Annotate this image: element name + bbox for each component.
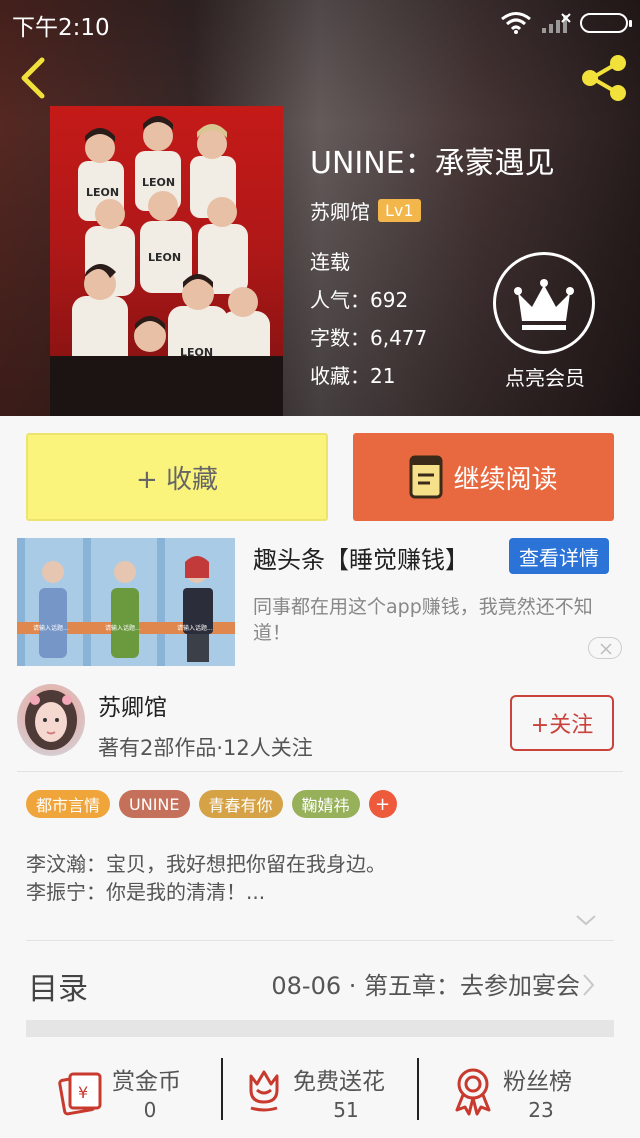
ad-image[interactable]: 请输入话题... 请输入话题... 请输入话题...	[17, 538, 235, 666]
red-envelope-icon: ¥	[58, 1072, 102, 1116]
author-level-badge: Lv1	[378, 199, 421, 222]
ad-banner[interactable]: 请输入话题... 请输入话题... 请输入话题... 趣头条【睡觉赚钱】 查看详…	[0, 530, 640, 678]
divider	[26, 940, 614, 941]
tag-list: 都市言情 UNINE 青春有你 鞠婧祎 +	[26, 790, 397, 818]
crown-icon	[514, 279, 574, 330]
vip-label[interactable]: 点亮会员	[490, 362, 600, 391]
ad-close-button[interactable]	[588, 637, 622, 659]
svg-text:LEON: LEON	[148, 251, 181, 264]
free-flowers-count: 51	[333, 1098, 359, 1122]
tag-item[interactable]: UNINE	[119, 790, 190, 818]
ad-description[interactable]: 同事都在用这个app赚钱，我竟然还不知道！	[253, 594, 615, 646]
intro-line: 李汶瀚：宝贝，我好想把你留在我身边。	[26, 852, 386, 876]
follow-button[interactable]: +关注	[510, 695, 614, 751]
book-icon	[409, 455, 443, 499]
cover-photo-illustration: LEON LEON LEON LEON	[50, 116, 283, 416]
book-cover-image[interactable]: LEON LEON LEON LEON	[50, 106, 283, 416]
book-author-name[interactable]: 苏卿馆	[310, 196, 370, 225]
expand-intro-button[interactable]	[574, 912, 598, 932]
svg-text:LEON: LEON	[86, 186, 119, 199]
chevron-right-icon	[583, 974, 595, 996]
medal-icon	[455, 1068, 491, 1116]
book-author-row[interactable]: 苏卿馆 Lv1	[310, 196, 421, 225]
reward-coins-label: 赏金币	[112, 1069, 181, 1095]
svg-text:请输入话题...: 请输入话题...	[33, 624, 69, 632]
author-meta: 著有2部作品·12人关注	[98, 736, 313, 760]
reward-coins-count: 0	[143, 1098, 157, 1122]
toc-row[interactable]: 目录 08-06 · 第五章：去参加宴会	[0, 950, 640, 1014]
book-word-count: 字数：6,477	[310, 326, 428, 350]
collect-button-label: + 收藏	[135, 464, 219, 495]
tag-item[interactable]: 鞠婧祎	[291, 790, 360, 818]
author-name[interactable]: 苏卿馆	[98, 688, 167, 722]
continue-reading-label: 继续阅读	[453, 464, 558, 495]
fan-ranking-button[interactable]: 粉丝榜 23	[419, 1040, 640, 1138]
share-button[interactable]	[578, 54, 630, 102]
chevron-left-icon	[21, 57, 45, 99]
status-bar: 下午2:10	[0, 0, 640, 44]
back-button[interactable]	[14, 54, 54, 102]
vip-button[interactable]	[493, 252, 595, 354]
svg-text:¥: ¥	[78, 1083, 88, 1102]
tag-item[interactable]: 青春有你	[198, 790, 283, 818]
svg-text:请输入话题...: 请输入话题...	[105, 624, 141, 632]
book-status: 连载	[310, 250, 350, 274]
bottom-action-bar: ¥ 赏金币 0 免费送花 51 粉丝榜 23	[0, 1040, 640, 1138]
status-time: 下午2:10	[12, 15, 110, 41]
ad-photo-illustration: 请输入话题... 请输入话题... 请输入话题...	[17, 538, 235, 666]
toc-latest-chapter[interactable]: 08-06 · 第五章：去参加宴会	[271, 966, 580, 1001]
section-separator	[26, 1020, 614, 1037]
fan-ranking-count: 23	[528, 1098, 554, 1122]
share-icon	[582, 55, 626, 101]
wifi-icon	[501, 12, 531, 34]
avatar-illustration	[25, 690, 77, 750]
flower-icon	[249, 1070, 279, 1112]
battery-icon	[580, 13, 632, 33]
intro-line: 李振宁：你是我的清清！...	[26, 880, 266, 904]
author-avatar[interactable]	[17, 684, 85, 756]
fan-ranking-label: 粉丝榜	[503, 1069, 572, 1095]
chevron-down-icon	[576, 915, 596, 926]
divider	[17, 771, 623, 772]
ad-detail-button[interactable]: 查看详情	[509, 538, 609, 574]
svg-text:LEON: LEON	[142, 176, 175, 189]
book-popularity: 人气：692	[310, 288, 409, 312]
book-intro[interactable]: 李汶瀚：宝贝，我好想把你留在我身边。 李振宁：你是我的清清！...	[26, 850, 386, 906]
add-tag-button[interactable]: +	[368, 790, 397, 818]
continue-reading-button[interactable]: 继续阅读	[353, 433, 614, 521]
free-flowers-label: 免费送花	[293, 1069, 385, 1095]
tag-item[interactable]: 都市言情	[26, 790, 111, 818]
reward-coins-button[interactable]: ¥ 赏金币 0	[0, 1040, 222, 1138]
free-flowers-button[interactable]: 免费送花 51	[223, 1040, 418, 1138]
close-icon	[600, 643, 612, 655]
book-favorites: 收藏：21	[310, 364, 396, 388]
book-title: UNINE：承蒙遇见	[310, 146, 555, 181]
toc-label: 目录	[28, 972, 88, 1007]
svg-text:请输入话题...: 请输入话题...	[177, 624, 213, 632]
signal-icon	[542, 13, 571, 33]
ad-title[interactable]: 趣头条【睡觉赚钱】	[253, 540, 469, 575]
author-info-section: 苏卿馆 著有2部作品·12人关注 +关注	[0, 680, 640, 772]
svg-text:LEON: LEON	[180, 346, 213, 359]
collect-button[interactable]: + 收藏	[26, 433, 328, 521]
